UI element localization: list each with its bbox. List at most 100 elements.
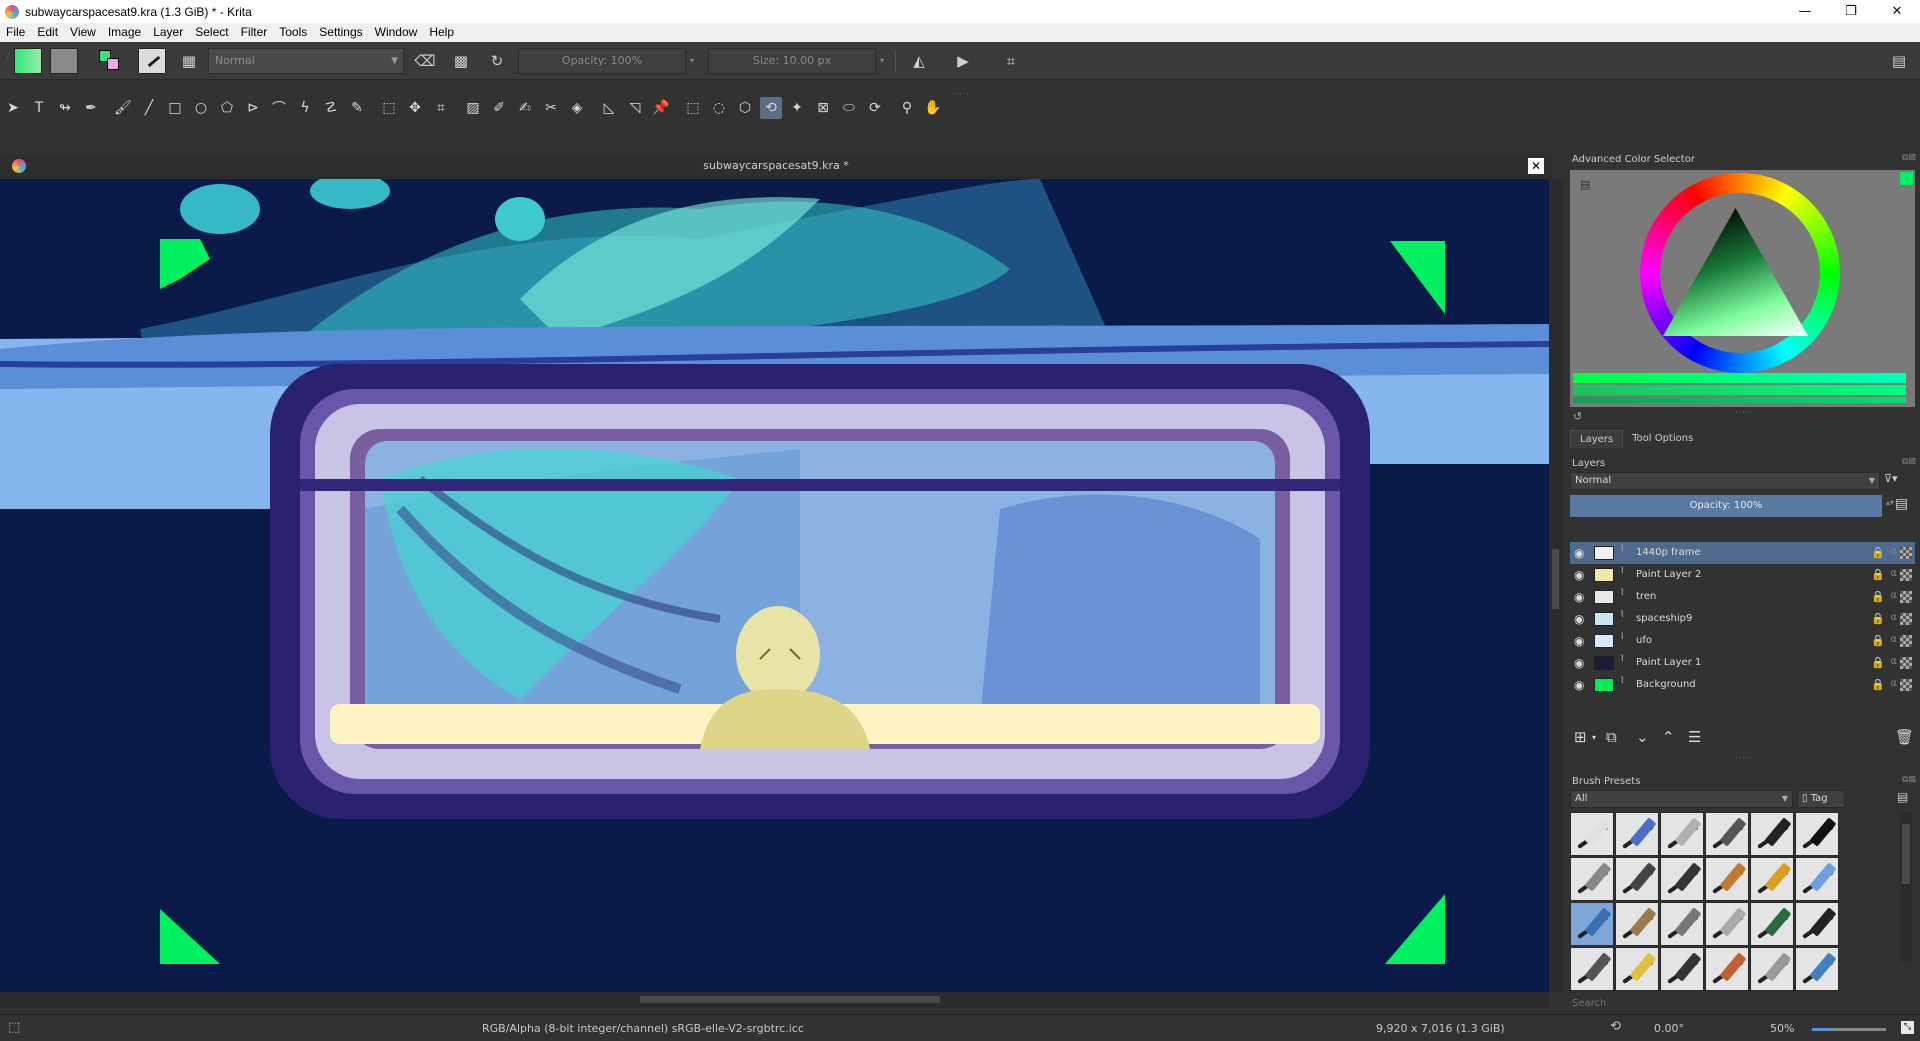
tab-tool-options[interactable]: Tool Options (1623, 430, 1702, 448)
rotate-canvas-icon[interactable]: ⟲ (1610, 1019, 1621, 1034)
freehand-brush-icon[interactable]: 🖌 (112, 97, 134, 119)
line-tool-icon[interactable]: ╱ (138, 97, 160, 119)
visibility-eye-icon[interactable]: ◉ (1574, 590, 1584, 604)
ellipse-select-icon[interactable]: ◌ (708, 97, 730, 119)
delete-layer-icon[interactable]: 🗑 (1895, 728, 1914, 746)
brush-preset[interactable] (1750, 902, 1794, 946)
size-slider[interactable]: Size: 10.00 px (708, 48, 876, 74)
visibility-eye-icon[interactable]: ◉ (1574, 546, 1584, 560)
docker-menu-icon[interactable]: ▤ (1886, 48, 1912, 74)
mirror-horizontal-icon[interactable]: ◭ (906, 48, 932, 74)
alpha-lock-icon[interactable]: α (1890, 568, 1897, 579)
visibility-eye-icon[interactable]: ◉ (1574, 656, 1584, 670)
brush-preset[interactable] (1705, 947, 1749, 991)
layer-properties-icon[interactable]: ▤ (1895, 496, 1908, 512)
brush-preset[interactable] (1795, 902, 1839, 946)
brush-view-icon[interactable]: ▤ (1897, 790, 1908, 804)
brush-preset[interactable] (1750, 947, 1794, 991)
saturation-slider[interactable] (1573, 385, 1906, 395)
advanced-color-selector[interactable]: ▤ (1570, 170, 1915, 407)
menu-filter[interactable]: Filter (235, 23, 274, 42)
smart-patch-icon[interactable]: ✂ (540, 97, 562, 119)
brush-preset[interactable] (1795, 812, 1839, 856)
transform-tool-icon[interactable]: ⬚ (378, 97, 400, 119)
fill-tool-icon[interactable]: ◈ (566, 97, 588, 119)
brush-search-input[interactable] (1570, 995, 1910, 1011)
docker-splitter[interactable]: ····· (1735, 408, 1753, 417)
value-slider[interactable] (1573, 397, 1906, 403)
brush-preset[interactable] (1705, 812, 1749, 856)
reload-preset-icon[interactable]: ↻ (484, 48, 510, 74)
brush-preset[interactable] (1615, 902, 1659, 946)
visibility-eye-icon[interactable]: ◉ (1574, 568, 1584, 582)
layer-opacity-slider[interactable]: Opacity: 100% (1570, 495, 1882, 517)
selector-settings-icon[interactable]: ▤ (1580, 178, 1590, 191)
calligraphy-icon[interactable]: ✒ (80, 97, 102, 119)
brush-preset[interactable] (1570, 947, 1614, 991)
move-tool-icon[interactable]: ✥ (404, 97, 426, 119)
presets-scrollbar[interactable] (1900, 812, 1912, 962)
brush-preset[interactable] (1660, 947, 1704, 991)
zoom-slider[interactable] (1812, 1028, 1886, 1031)
minimize-button[interactable]: — (1782, 0, 1828, 23)
add-layer-icon[interactable]: ⊞ (1574, 728, 1587, 746)
rect-select-icon[interactable]: ⬚ (682, 97, 704, 119)
brush-preset[interactable] (1660, 812, 1704, 856)
brush-tag-combo[interactable]: ▯ Tag (1797, 790, 1845, 808)
color-space-status[interactable]: RGB/Alpha (8-bit integer/channel) sRGB-e… (482, 1022, 804, 1035)
toolbar-grip[interactable]: ⋮ (4, 52, 13, 61)
freehand-select-icon[interactable]: ⟲ (760, 97, 782, 119)
visibility-eye-icon[interactable]: ◉ (1574, 634, 1584, 648)
layer-row[interactable]: ◉ ⌇ 1440p frame 🔒 α (1570, 542, 1915, 564)
visibility-eye-icon[interactable]: ◉ (1574, 612, 1584, 626)
text-tool-icon[interactable]: T (28, 97, 50, 119)
brush-preset[interactable] (1570, 812, 1614, 856)
magnetic-select-icon[interactable]: ⟳ (864, 97, 886, 119)
contiguous-select-icon[interactable]: ✦ (786, 97, 808, 119)
crop-tool-icon[interactable]: ⌗ (430, 97, 452, 119)
ellipse-tool-icon[interactable]: ○ (190, 97, 212, 119)
size-spin-icon[interactable]: ▾ (880, 48, 884, 74)
menu-tools[interactable]: Tools (273, 23, 313, 42)
menu-help[interactable]: Help (423, 23, 460, 42)
fit-page-icon[interactable]: ⤡ (1901, 1021, 1914, 1034)
brush-preset[interactable] (1795, 947, 1839, 991)
wrap-around-icon[interactable]: ⌗ (998, 48, 1024, 74)
brush-preset[interactable] (1615, 812, 1659, 856)
inherit-alpha-icon[interactable] (1900, 679, 1912, 691)
docker-splitter-2[interactable]: ····· (1735, 754, 1753, 763)
inherit-alpha-icon[interactable] (1900, 657, 1912, 669)
layer-row[interactable]: ◉ ⌇ tren 🔒 α (1570, 586, 1915, 608)
close-window-button[interactable]: ✕ (1874, 0, 1920, 23)
brush-filter-combo[interactable]: All ▼ (1570, 790, 1793, 808)
blend-mode-combo[interactable]: Normal ▼ (208, 48, 404, 74)
lock-icon[interactable]: 🔒 (1871, 568, 1885, 581)
menu-image[interactable]: Image (102, 23, 147, 42)
canvas[interactable] (0, 179, 1549, 992)
zoom-tool-icon[interactable]: ⚲ (896, 97, 918, 119)
alpha-lock-icon[interactable]: α (1890, 590, 1897, 601)
hue-slider[interactable] (1573, 373, 1906, 383)
visibility-eye-icon[interactable]: ◉ (1574, 678, 1584, 692)
multibrush-icon[interactable]: ✎ (346, 97, 368, 119)
mirror-vertical-icon[interactable]: ▶ (950, 48, 976, 74)
reference-images-icon[interactable]: 📌 (650, 97, 672, 119)
inherit-alpha-icon[interactable] (1900, 591, 1912, 603)
tab-layers[interactable]: Layers (1570, 430, 1624, 448)
brush-preset[interactable] (1795, 857, 1839, 901)
assistant-tool-icon[interactable]: ◺ (598, 97, 620, 119)
eraser-mode-icon[interactable]: ⌫ (412, 48, 438, 74)
brush-preset[interactable] (1705, 902, 1749, 946)
toolbar-grip-2[interactable]: ····· (952, 90, 970, 99)
layer-row[interactable]: ◉ ⌇ Background 🔒 α (1570, 674, 1915, 696)
alpha-lock-icon[interactable]: α (1890, 546, 1897, 557)
polygon-select-icon[interactable]: ⬡ (734, 97, 756, 119)
dynamic-brush-icon[interactable]: ☡ (320, 97, 342, 119)
docker-float-close-icon[interactable]: ⧉⊠ (1902, 153, 1916, 163)
layer-blend-mode-combo[interactable]: Normal ▼ (1570, 472, 1880, 490)
canvas-vertical-scrollbar[interactable] (1549, 179, 1563, 992)
similar-select-icon[interactable]: ⊠ (812, 97, 834, 119)
bezier-tool-icon[interactable]: ⌒ (268, 97, 290, 119)
menu-select[interactable]: Select (189, 23, 234, 42)
select-shapes-icon[interactable]: ➤ (2, 97, 24, 119)
